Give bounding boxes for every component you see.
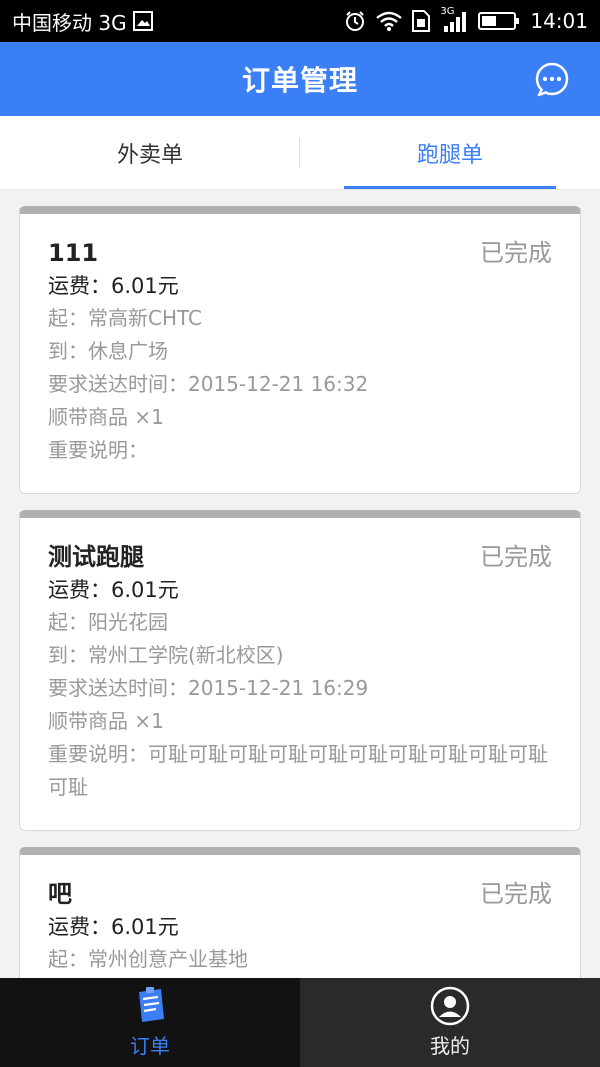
nav-orders[interactable]: 订单	[0, 978, 300, 1067]
status-bar: 中国移动 3G 3G 14:01	[0, 0, 600, 42]
page-title: 订单管理	[241, 64, 358, 97]
profile-icon	[430, 986, 470, 1026]
order-goods: 顺带商品 ×1	[48, 709, 164, 733]
order-status: 已完成	[480, 880, 552, 908]
order-fee: 运费：6.01元	[48, 915, 179, 939]
tab-errand-label: 跑腿单	[416, 142, 483, 168]
tab-takeout[interactable]: 外卖单	[0, 116, 300, 189]
order-to: 到：常州工学院(新北校区)	[48, 643, 284, 667]
order-name: 111	[48, 239, 99, 267]
order-status: 已完成	[480, 543, 552, 571]
carrier-label: 中国移动 3G	[12, 10, 127, 35]
order-type-tabs: 外卖单 跑腿单	[0, 116, 600, 190]
order-from: 起：常高新CHTC	[48, 306, 203, 330]
alarm-icon	[344, 10, 366, 32]
chat-bubble-icon[interactable]	[534, 62, 570, 98]
order-card[interactable]: 测试跑腿 已完成 运费：6.01元 起：阳光花园 到：常州工学院(新北校区) 要…	[19, 510, 581, 831]
battery-icon	[478, 12, 520, 30]
tab-takeout-label: 外卖单	[116, 142, 183, 168]
order-note: 重要说明：	[48, 438, 148, 462]
network-label: 3G	[440, 6, 455, 17]
order-list-icon	[130, 986, 170, 1026]
order-from: 起：常州创意产业基地	[48, 947, 248, 971]
order-list[interactable]: 111 已完成 运费：6.01元 起：常高新CHTC 到：休息广场 要求送达时间…	[19, 206, 581, 978]
status-right: 3G 14:01	[344, 6, 588, 33]
nav-orders-label: 订单	[130, 1034, 170, 1058]
image-notification-icon	[132, 11, 153, 31]
order-time: 要求送达时间：2015-12-21 16:32	[48, 372, 369, 396]
order-status: 已完成	[480, 239, 552, 267]
order-fee: 运费：6.01元	[48, 578, 179, 602]
order-name: 吧	[48, 880, 72, 908]
app-header: 订单管理	[0, 42, 600, 116]
order-fee: 运费：6.01元	[48, 274, 179, 298]
clock-label: 14:01	[530, 9, 588, 33]
sim-card-icon	[412, 10, 431, 32]
order-note: 重要说明：可耻可耻可耻可耻可耻可耻可耻可耻可耻可耻可耻	[48, 742, 548, 799]
order-card[interactable]: 吧 已完成 运费：6.01元 起：常州创意产业基地	[19, 847, 581, 978]
order-time: 要求送达时间：2015-12-21 16:29	[48, 676, 369, 700]
nav-profile[interactable]: 我的	[300, 978, 600, 1067]
nav-profile-label: 我的	[430, 1034, 470, 1058]
order-from: 起：阳光花园	[48, 610, 168, 634]
order-name: 测试跑腿	[48, 543, 144, 571]
wifi-icon	[376, 11, 403, 31]
tab-errand[interactable]: 跑腿单	[300, 116, 600, 189]
order-card[interactable]: 111 已完成 运费：6.01元 起：常高新CHTC 到：休息广场 要求送达时间…	[19, 206, 581, 494]
signal-3g-icon: 3G	[440, 6, 468, 32]
bottom-nav: 订单 我的	[0, 978, 600, 1067]
order-goods: 顺带商品 ×1	[48, 405, 164, 429]
status-left: 中国移动 3G	[12, 7, 153, 36]
order-to: 到：休息广场	[48, 339, 168, 363]
